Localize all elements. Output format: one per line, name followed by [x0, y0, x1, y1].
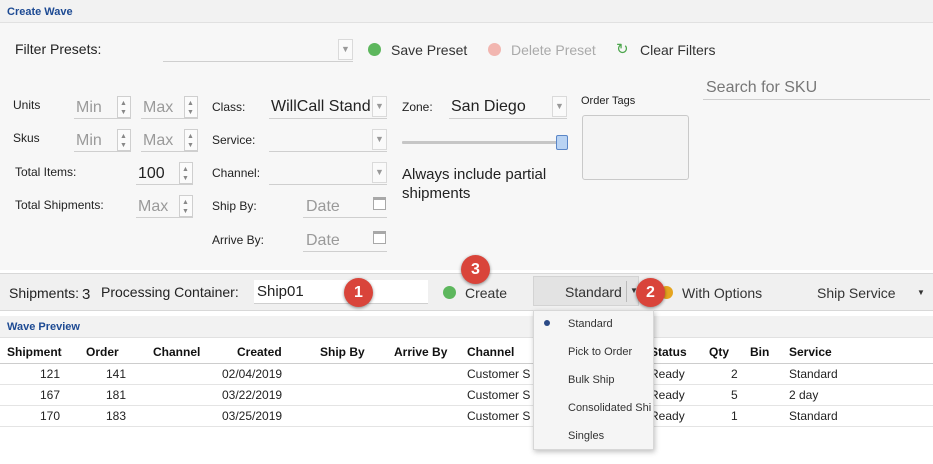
col-header-status[interactable]: Status	[650, 345, 687, 359]
order-tags-label: Order Tags	[581, 95, 636, 107]
shipments-count: 3	[82, 286, 91, 303]
check-icon	[443, 286, 456, 299]
save-preset-label: Save Preset	[391, 42, 468, 58]
chevron-down-icon: ▼	[372, 96, 387, 117]
wave-type-value: Standard	[565, 284, 622, 300]
split-divider	[626, 281, 627, 302]
partial-shipments-line2: shipments	[402, 185, 471, 202]
spinner-icon[interactable]: ▲ ▼	[184, 129, 198, 151]
create-label: Create	[465, 285, 508, 301]
ship-service-label: Ship Service	[817, 285, 896, 301]
chevron-down-icon: ▼	[552, 96, 567, 117]
skus-max-input[interactable]: Max ▲ ▼	[141, 128, 198, 152]
wave-type-menu: Standard Pick to Order Bulk Ship Consoli…	[533, 310, 654, 450]
filter-presets-select[interactable]: ▼	[163, 38, 353, 62]
calendar-icon[interactable]	[373, 197, 386, 210]
processing-container-label: Processing Container:	[101, 284, 239, 300]
order-tags-input[interactable]	[582, 115, 689, 180]
col-header-bin[interactable]: Bin	[750, 345, 769, 359]
sku-search-input[interactable]: Search for SKU	[703, 76, 930, 100]
menu-item-singles[interactable]: Singles	[568, 430, 604, 442]
create-wave-header: Create Wave	[0, 0, 933, 23]
service-select[interactable]: ▼	[269, 128, 387, 152]
refresh-icon: ↻	[616, 41, 629, 58]
wave-preview-title: Wave Preview	[7, 321, 80, 333]
units-label: Units	[13, 98, 41, 112]
col-header-service[interactable]: Service	[789, 345, 832, 359]
spinner-icon[interactable]: ▲ ▼	[179, 162, 193, 184]
col-header-channel[interactable]: Channel	[153, 345, 200, 359]
col-header-shipment[interactable]: Shipment	[7, 345, 62, 359]
col-header-ship-by[interactable]: Ship By	[320, 345, 365, 359]
class-select[interactable]: WillCall Stand ▼	[269, 95, 387, 119]
annotation-badge-3: 3	[461, 255, 490, 284]
ship-by-label: Ship By:	[212, 199, 257, 213]
service-label: Service:	[212, 133, 256, 147]
col-header-arrive-by[interactable]: Arrive By	[394, 345, 447, 359]
total-items-label: Total Items:	[15, 165, 77, 179]
total-shipments-label: Total Shipments:	[15, 198, 104, 212]
calendar-icon[interactable]	[373, 231, 386, 244]
with-options-label: With Options	[682, 285, 763, 301]
col-header-created[interactable]: Created	[237, 345, 282, 359]
col-header-qty[interactable]: Qty	[709, 345, 729, 359]
filter-panel	[0, 23, 933, 270]
check-icon	[368, 43, 381, 56]
total-items-input[interactable]: 100 ▲ ▼	[136, 161, 193, 185]
clear-filters-label: Clear Filters	[640, 42, 716, 58]
processing-container-input[interactable]: Ship01	[254, 280, 428, 304]
annotation-badge-1: 1	[344, 278, 373, 307]
spinner-icon[interactable]: ▲ ▼	[117, 129, 131, 151]
slider-handle[interactable]	[556, 135, 568, 150]
selected-indicator-icon	[544, 320, 550, 326]
menu-item-consolidated-ship[interactable]: Consolidated Shi	[568, 402, 651, 414]
arrive-by-date-input[interactable]: Date	[303, 228, 387, 252]
menu-item-pick-to-order[interactable]: Pick to Order	[568, 346, 632, 358]
skus-min-input[interactable]: Min ▲ ▼	[74, 128, 131, 152]
zone-label: Zone:	[402, 100, 433, 114]
table-row[interactable]: 170 183 03/25/2019 Customer S Ready 1 St…	[0, 406, 933, 427]
channel-label: Channel:	[212, 166, 261, 180]
spinner-icon[interactable]: ▲ ▼	[117, 96, 131, 118]
spinner-icon[interactable]: ▲ ▼	[184, 96, 198, 118]
wave-type-split-button[interactable]: Standard ▼	[533, 276, 639, 306]
filter-presets-label: Filter Presets:	[15, 41, 102, 57]
col-header-order[interactable]: Order	[86, 345, 119, 359]
col-header-channel-2[interactable]: Channel	[467, 345, 514, 359]
ship-service-button[interactable]: Ship Service ▼	[817, 285, 925, 301]
units-max-input[interactable]: Max ▲ ▼	[141, 95, 198, 119]
chevron-down-icon: ▼	[338, 39, 353, 60]
delete-preset-label: Delete Preset	[511, 42, 596, 58]
sku-search-placeholder: Search for SKU	[706, 79, 818, 96]
shipments-label: Shipments:	[9, 285, 80, 301]
create-wave-title: Create Wave	[7, 6, 73, 18]
channel-select[interactable]: ▼	[269, 161, 387, 185]
units-min-input[interactable]: Min ▲ ▼	[74, 95, 131, 119]
wave-preview-header: Wave Preview	[0, 316, 933, 338]
minus-icon	[488, 43, 501, 56]
arrive-by-label: Arrive By:	[212, 233, 265, 247]
chevron-down-icon: ▼	[372, 162, 387, 183]
annotation-badge-2: 2	[636, 278, 665, 307]
zone-select[interactable]: San Diego ▼	[449, 95, 567, 119]
partial-shipments-line1: Always include partial	[402, 166, 547, 183]
total-shipments-input[interactable]: Max ▲ ▼	[136, 194, 193, 218]
table-row[interactable]: 121 141 02/04/2019 Customer S Ready 2 St…	[0, 364, 933, 385]
skus-label: Skus	[13, 131, 40, 145]
class-label: Class:	[212, 100, 246, 114]
chevron-down-icon: ▼	[372, 129, 387, 150]
partial-shipments-slider[interactable]	[402, 141, 562, 144]
chevron-down-icon: ▼	[917, 288, 925, 297]
menu-item-standard[interactable]: Standard	[568, 318, 613, 330]
ship-by-date-input[interactable]: Date	[303, 194, 387, 218]
menu-item-bulk-ship[interactable]: Bulk Ship	[568, 374, 614, 386]
table-row[interactable]: 167 181 03/22/2019 Customer S Ready 5 2 …	[0, 385, 933, 406]
spinner-icon[interactable]: ▲ ▼	[179, 195, 193, 217]
